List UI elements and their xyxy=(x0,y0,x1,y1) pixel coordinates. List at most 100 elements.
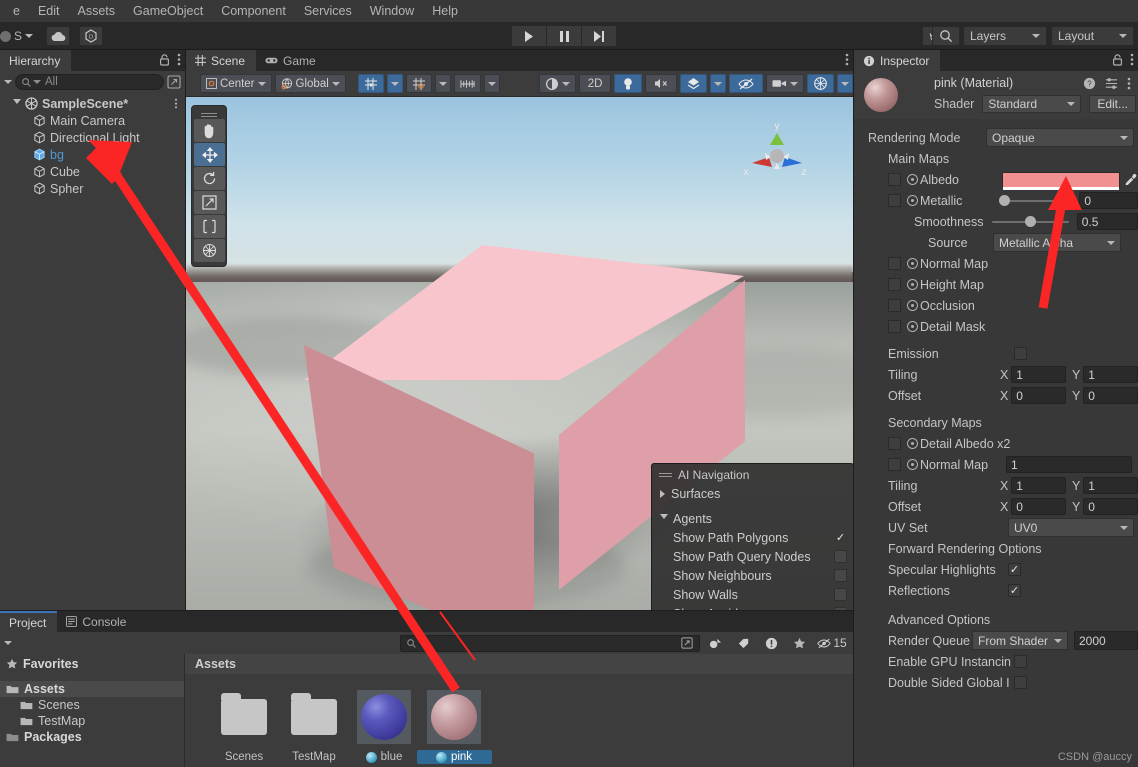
albedo-target-icon[interactable] xyxy=(907,174,918,185)
project-search-input[interactable] xyxy=(400,634,700,652)
tab-scene[interactable]: Scene xyxy=(186,50,257,71)
grid-snapping-dropdown[interactable] xyxy=(386,74,403,93)
scene-fx-button[interactable] xyxy=(680,74,708,93)
project-tree-assets[interactable]: Assets xyxy=(0,681,184,697)
scale-tool-button[interactable] xyxy=(194,191,225,214)
ai-navigation-title-bar[interactable]: AI Navigation xyxy=(652,466,853,484)
ai-nav-group-agents[interactable]: Agents xyxy=(652,509,853,528)
create-filter-button[interactable] xyxy=(703,634,728,652)
tab-game[interactable]: Game xyxy=(256,50,327,71)
lock-icon[interactable] xyxy=(1112,53,1123,66)
create-dropdown-icon[interactable] xyxy=(4,641,12,645)
kebab-menu-icon[interactable] xyxy=(845,53,849,66)
normal-map-texture-slot[interactable] xyxy=(888,257,901,270)
kebab-menu-icon[interactable] xyxy=(1130,53,1134,66)
scene-audio-button[interactable] xyxy=(645,74,678,93)
pivot-mode-dropdown[interactable]: Center xyxy=(200,74,272,93)
rotate-tool-button[interactable] xyxy=(194,167,225,190)
project-tree-packages[interactable]: Packages xyxy=(0,729,184,745)
checkbox-checked[interactable]: ✓ xyxy=(834,531,847,544)
lock-icon[interactable] xyxy=(159,53,170,66)
uv-set-dropdown[interactable]: UV0 xyxy=(1008,518,1134,537)
checkbox[interactable] xyxy=(834,588,847,601)
warning-filter-button[interactable] xyxy=(759,634,784,652)
help-icon[interactable]: ? xyxy=(1083,77,1096,90)
overlay-drag-handle[interactable] xyxy=(194,109,224,118)
reflections-checkbox[interactable]: ✓ xyxy=(1008,584,1021,597)
cloud-button[interactable] xyxy=(46,26,70,46)
hierarchy-item-directional-light[interactable]: Directional Light xyxy=(0,129,185,146)
occlusion-target-icon[interactable] xyxy=(907,300,918,311)
handle-space-dropdown[interactable]: Global xyxy=(274,74,346,93)
tab-inspector[interactable]: Inspector xyxy=(854,50,941,71)
tab-project[interactable]: Project xyxy=(0,611,58,632)
secondary-normal-target-icon[interactable] xyxy=(907,459,918,470)
scene-orientation-gizmo[interactable]: y z x xyxy=(738,113,816,191)
gizmos-button[interactable] xyxy=(807,74,835,93)
project-tree-scenes[interactable]: Scenes xyxy=(0,697,184,713)
render-queue-dropdown[interactable]: From Shader xyxy=(972,631,1068,650)
hierarchy-search-input[interactable]: All xyxy=(15,74,164,90)
edit-shader-button[interactable]: Edit... xyxy=(1089,95,1136,113)
albedo-color-swatch[interactable] xyxy=(1002,171,1121,190)
open-in-new-window-icon[interactable] xyxy=(167,75,181,89)
tab-console[interactable]: Console xyxy=(57,611,138,632)
create-dropdown-icon[interactable] xyxy=(4,80,12,84)
transform-tool-button[interactable] xyxy=(194,239,225,262)
detail-albedo-target-icon[interactable] xyxy=(907,438,918,449)
hierarchy-item-bg[interactable]: bg xyxy=(0,146,185,163)
kebab-menu-icon[interactable] xyxy=(1127,77,1131,90)
metallic-slider[interactable] xyxy=(998,192,1072,209)
secondary-offset-x-field[interactable]: 0 xyxy=(1011,498,1066,515)
visibility-toggle-button[interactable]: 15 xyxy=(815,634,849,652)
scene-lighting-button[interactable] xyxy=(614,74,643,93)
asset-item-blue[interactable]: blue xyxy=(355,688,413,764)
checkbox[interactable] xyxy=(834,607,847,610)
layout-dropdown[interactable]: Layout xyxy=(1051,26,1134,46)
scene-camera-button[interactable] xyxy=(766,74,805,93)
grid-visibility-button[interactable] xyxy=(453,74,481,93)
rect-tool-button[interactable] xyxy=(194,215,225,238)
specular-highlights-checkbox[interactable]: ✓ xyxy=(1008,563,1021,576)
collab-button[interactable]: D xyxy=(79,26,103,46)
detail-mask-target-icon[interactable] xyxy=(907,321,918,332)
metallic-target-icon[interactable] xyxy=(907,195,918,206)
secondary-tiling-x-field[interactable]: 1 xyxy=(1011,477,1066,494)
eyedropper-icon[interactable] xyxy=(1124,173,1138,187)
smoothness-slider[interactable] xyxy=(991,213,1069,230)
grid-snapping-button[interactable] xyxy=(357,74,384,93)
secondary-offset-y-field[interactable]: 0 xyxy=(1083,498,1138,515)
asset-item-pink[interactable]: pink xyxy=(416,688,492,764)
menu-item-assets[interactable]: Assets xyxy=(69,0,125,22)
kebab-menu-icon[interactable] xyxy=(177,53,181,66)
checkbox[interactable] xyxy=(834,550,847,563)
albedo-texture-slot[interactable] xyxy=(888,173,901,186)
open-in-new-window-icon[interactable] xyxy=(681,637,693,649)
tab-hierarchy[interactable]: Hierarchy xyxy=(0,50,72,71)
detail-albedo-texture-slot[interactable] xyxy=(888,437,901,450)
normal-map-target-icon[interactable] xyxy=(907,258,918,269)
snap-increment-dropdown[interactable] xyxy=(434,74,451,93)
emission-checkbox[interactable] xyxy=(1014,347,1027,360)
account-dropdown[interactable]: S xyxy=(0,26,48,46)
toggle-2d-button[interactable]: 2D xyxy=(578,74,612,93)
search-button[interactable] xyxy=(932,26,960,46)
hand-tool-button[interactable] xyxy=(194,119,225,142)
tiling-x-field[interactable]: 1 xyxy=(1011,366,1066,383)
double-sided-checkbox[interactable] xyxy=(1014,676,1027,689)
slider-knob[interactable] xyxy=(998,195,1010,206)
chevron-down-icon[interactable] xyxy=(13,99,21,108)
tiling-y-field[interactable]: 1 xyxy=(1083,366,1138,383)
gizmos-dropdown[interactable] xyxy=(837,74,854,93)
hierarchy-item-cube[interactable]: Cube xyxy=(0,163,185,180)
secondary-normal-value-field[interactable]: 1 xyxy=(1006,456,1132,473)
asset-item-testmap[interactable]: TestMap xyxy=(285,688,343,764)
preset-icon[interactable] xyxy=(1105,77,1118,90)
label-filter-button[interactable] xyxy=(731,634,756,652)
scene-viewport[interactable]: y z x AI Navigation Surfaces Agents Show… xyxy=(186,97,853,610)
shading-mode-dropdown[interactable] xyxy=(538,74,576,93)
menu-item-gameobject[interactable]: GameObject xyxy=(124,0,212,22)
hierarchy-item-sphere[interactable]: Spher xyxy=(0,180,185,197)
hierarchy-item-samplescene[interactable]: SampleScene* xyxy=(0,95,185,112)
snap-increment-button[interactable] xyxy=(405,74,432,93)
